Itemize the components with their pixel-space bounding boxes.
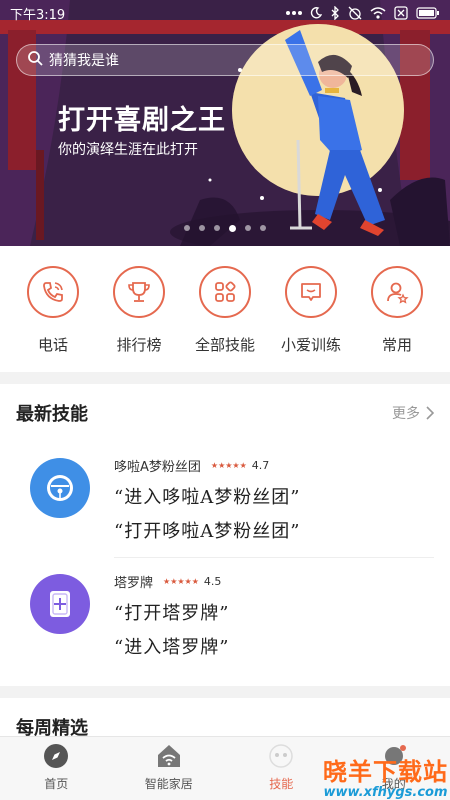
search-bar[interactable]: 猜猜我是谁 bbox=[16, 44, 434, 76]
skill-body: 哆啦A梦粉丝团 ★★★★★ 4.7 “进入哆啦A梦粉丝团” “打开哆啦A梦粉丝团… bbox=[114, 456, 434, 558]
trophy-icon bbox=[113, 266, 165, 318]
skill-phrase: “打开塔罗牌” bbox=[114, 603, 230, 624]
more-dots-icon bbox=[286, 10, 302, 16]
quick-action-training[interactable]: 小爱训练 bbox=[271, 266, 351, 372]
search-icon bbox=[27, 50, 43, 70]
quick-action-label: 排行榜 bbox=[116, 336, 162, 354]
skill-name-row: 塔罗牌 ★★★★★ 4.5 bbox=[114, 572, 434, 591]
quick-action-ranking[interactable]: 排行榜 bbox=[99, 266, 179, 372]
watermark-url: www.xfhygs.com bbox=[323, 785, 448, 800]
grid-icon bbox=[199, 266, 251, 318]
sim-none-icon bbox=[394, 6, 408, 20]
rating-stars-icon: ★★★★★ bbox=[163, 577, 199, 586]
skills-icon bbox=[269, 744, 293, 768]
skill-rating: 4.5 bbox=[203, 575, 222, 588]
quick-action-all-skills[interactable]: 全部技能 bbox=[185, 266, 265, 372]
rating-stars-icon: ★★★★★ bbox=[210, 461, 247, 470]
more-label: 更多 bbox=[392, 406, 420, 422]
status-icons bbox=[286, 6, 440, 20]
moon-icon bbox=[310, 7, 322, 19]
quick-action-label: 电话 bbox=[37, 336, 68, 354]
tab-label: 首页 bbox=[44, 777, 69, 791]
tab-home[interactable]: 首页 bbox=[0, 737, 113, 800]
user-star-icon bbox=[371, 266, 423, 318]
bell-icon bbox=[30, 458, 90, 518]
tarot-card-icon bbox=[30, 574, 90, 634]
carousel-dot[interactable] bbox=[214, 225, 220, 231]
skill-phrase: “进入塔罗牌” bbox=[114, 637, 230, 658]
watermark: 晓羊下载站 www.xfhygs.com bbox=[323, 752, 448, 800]
app-screen: 下午3:19 猜猜我是谁 打开喜剧之王 你的演绎生涯在此打开 电话 排行榜 全部… bbox=[0, 0, 450, 800]
tab-label: 智能家居 bbox=[144, 777, 193, 791]
carousel-dot-active[interactable] bbox=[229, 225, 236, 232]
alarm-off-icon bbox=[348, 6, 362, 20]
quick-action-common[interactable]: 常用 bbox=[357, 266, 437, 372]
skill-name-row: 哆啦A梦粉丝团 ★★★★★ 4.7 bbox=[114, 456, 434, 475]
hero-banner[interactable]: 下午3:19 猜猜我是谁 打开喜剧之王 你的演绎生涯在此打开 bbox=[0, 0, 450, 246]
chat-icon bbox=[285, 266, 337, 318]
skill-rating: 4.7 bbox=[251, 459, 270, 472]
banner-title: 打开喜剧之王 bbox=[58, 105, 226, 136]
compass-icon bbox=[44, 744, 69, 768]
carousel-dot[interactable] bbox=[245, 225, 251, 231]
quick-action-phone[interactable]: 电话 bbox=[13, 266, 93, 372]
chevron-right-icon bbox=[426, 406, 434, 420]
skill-item[interactable]: 哆啦A梦粉丝团 ★★★★★ 4.7 “进入哆啦A梦粉丝团” “打开哆啦A梦粉丝团… bbox=[0, 442, 450, 558]
quick-actions: 电话 排行榜 全部技能 小爱训练 常用 bbox=[0, 246, 450, 372]
watermark-title: 晓羊下载站 bbox=[323, 758, 448, 786]
carousel-indicator[interactable] bbox=[0, 225, 450, 232]
skill-phrase: “进入哆啦A梦粉丝团” bbox=[114, 487, 301, 508]
home-wifi-icon bbox=[157, 745, 180, 767]
search-placeholder: 猜猜我是谁 bbox=[49, 53, 119, 69]
quick-action-label: 全部技能 bbox=[194, 336, 255, 354]
status-bar: 下午3:19 bbox=[0, 0, 450, 26]
skill-body: 塔罗牌 ★★★★★ 4.5 “打开塔罗牌” “进入塔罗牌” bbox=[114, 572, 434, 674]
wifi-icon bbox=[370, 7, 386, 19]
battery-icon bbox=[416, 7, 440, 19]
skill-item[interactable]: 塔罗牌 ★★★★★ 4.5 “打开塔罗牌” “进入塔罗牌” bbox=[0, 558, 450, 674]
skill-phrase: “打开哆啦A梦粉丝团” bbox=[114, 521, 301, 542]
bluetooth-icon bbox=[330, 6, 340, 20]
phone-icon bbox=[27, 266, 79, 318]
status-time: 下午3:19 bbox=[10, 7, 66, 23]
latest-skills-header: 最新技能 更多 bbox=[0, 384, 450, 442]
carousel-dot[interactable] bbox=[184, 225, 190, 231]
latest-skills-section: 最新技能 更多 哆啦A梦粉丝团 ★★★★★ 4.7 “进入哆啦A梦粉丝团” “打… bbox=[0, 384, 450, 686]
skill-name: 哆啦A梦粉丝团 bbox=[114, 460, 201, 475]
quick-action-label: 常用 bbox=[381, 336, 412, 354]
banner-subtitle: 你的演绎生涯在此打开 bbox=[58, 142, 198, 158]
tab-skills[interactable]: 技能 bbox=[225, 737, 338, 800]
section-title: 每周精选 bbox=[16, 718, 88, 739]
more-link[interactable]: 更多 bbox=[392, 403, 434, 423]
tab-smart-home[interactable]: 智能家居 bbox=[113, 737, 226, 800]
carousel-dot[interactable] bbox=[199, 225, 205, 231]
tab-label: 技能 bbox=[269, 777, 294, 791]
carousel-dot[interactable] bbox=[260, 225, 266, 231]
quick-action-label: 小爱训练 bbox=[280, 336, 341, 354]
skill-name: 塔罗牌 bbox=[114, 576, 154, 591]
section-title: 最新技能 bbox=[16, 404, 88, 425]
